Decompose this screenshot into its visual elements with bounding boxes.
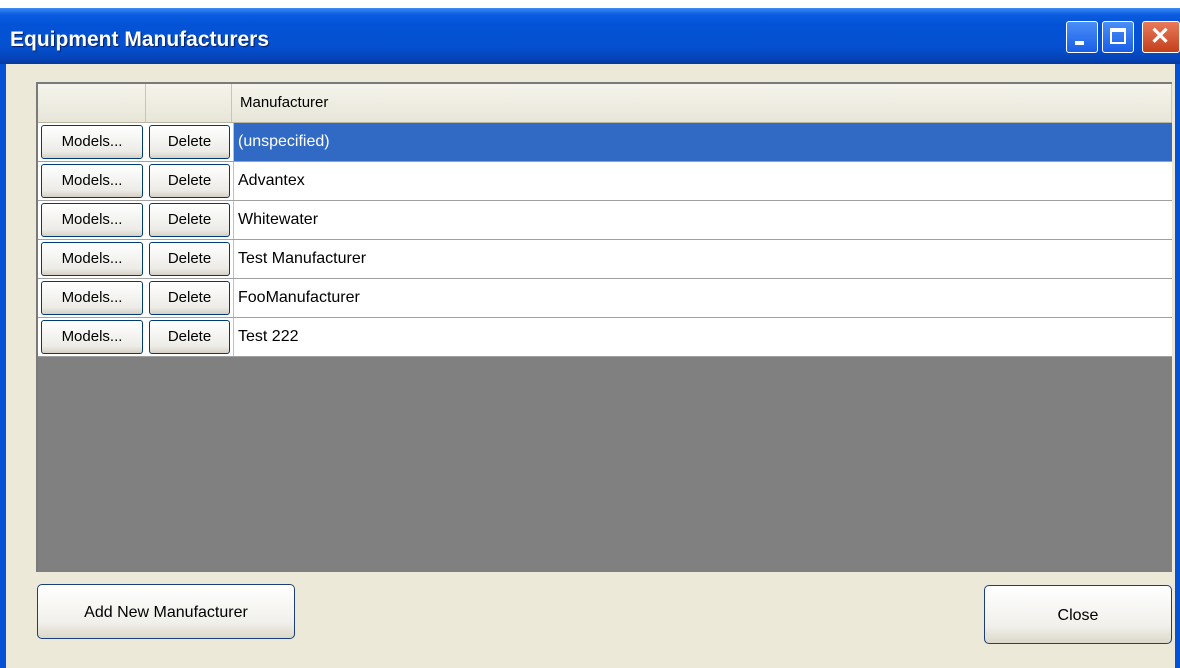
minimize-icon [1075,41,1084,45]
window-title: Equipment Manufacturers [10,28,270,51]
table-row[interactable]: Models... Delete Whitewater [38,201,1172,240]
delete-button[interactable]: Delete [149,164,230,198]
manufacturer-name-cell[interactable]: Test Manufacturer [233,240,1172,278]
add-new-manufacturer-button[interactable]: Add New Manufacturer [37,584,295,639]
models-button[interactable]: Models... [41,242,143,276]
models-button[interactable]: Models... [41,125,143,159]
delete-button[interactable]: Delete [149,281,230,315]
delete-button[interactable]: Delete [149,242,230,276]
models-button[interactable]: Models... [41,203,143,237]
equipment-manufacturers-window: Equipment Manufacturers ✕ Manufacturer M… [0,0,1180,668]
models-button[interactable]: Models... [41,320,143,354]
table-row[interactable]: Models... Delete (unspecified) [38,123,1172,162]
minimize-button[interactable] [1066,21,1098,53]
manufacturer-name-cell[interactable]: Whitewater [233,201,1172,239]
maximize-icon [1110,28,1126,44]
close-button[interactable]: Close [984,585,1172,644]
column-header-manufacturer[interactable]: Manufacturer [232,84,1172,122]
maximize-button[interactable] [1102,21,1134,53]
table-row[interactable]: Models... Delete Test Manufacturer [38,240,1172,279]
manufacturer-name-cell[interactable]: (unspecified) [233,123,1172,161]
delete-button[interactable]: Delete [149,203,230,237]
table-row[interactable]: Models... Delete Advantex [38,162,1172,201]
manufacturer-name-cell[interactable]: Test 222 [233,318,1172,356]
desktop-strip [0,0,1180,8]
title-bar[interactable]: Equipment Manufacturers ✕ [0,8,1180,64]
window-frame-left [0,64,6,668]
manufacturer-name-cell[interactable]: Advantex [233,162,1172,200]
models-button[interactable]: Models... [41,164,143,198]
models-button[interactable]: Models... [41,281,143,315]
grid-header: Manufacturer [38,84,1172,123]
column-header-models[interactable] [38,84,146,122]
table-row[interactable]: Models... Delete FooManufacturer [38,279,1172,318]
column-header-delete[interactable] [146,84,232,122]
close-icon: ✕ [1150,23,1171,50]
window-frame-right [1175,64,1180,668]
delete-button[interactable]: Delete [149,320,230,354]
close-window-button[interactable]: ✕ [1142,21,1180,53]
delete-button[interactable]: Delete [149,125,230,159]
table-row[interactable]: Models... Delete Test 222 [38,318,1172,357]
manufacturers-grid[interactable]: Manufacturer Models... Delete (unspecified… [36,82,1172,572]
manufacturer-name-cell[interactable]: FooManufacturer [233,279,1172,317]
